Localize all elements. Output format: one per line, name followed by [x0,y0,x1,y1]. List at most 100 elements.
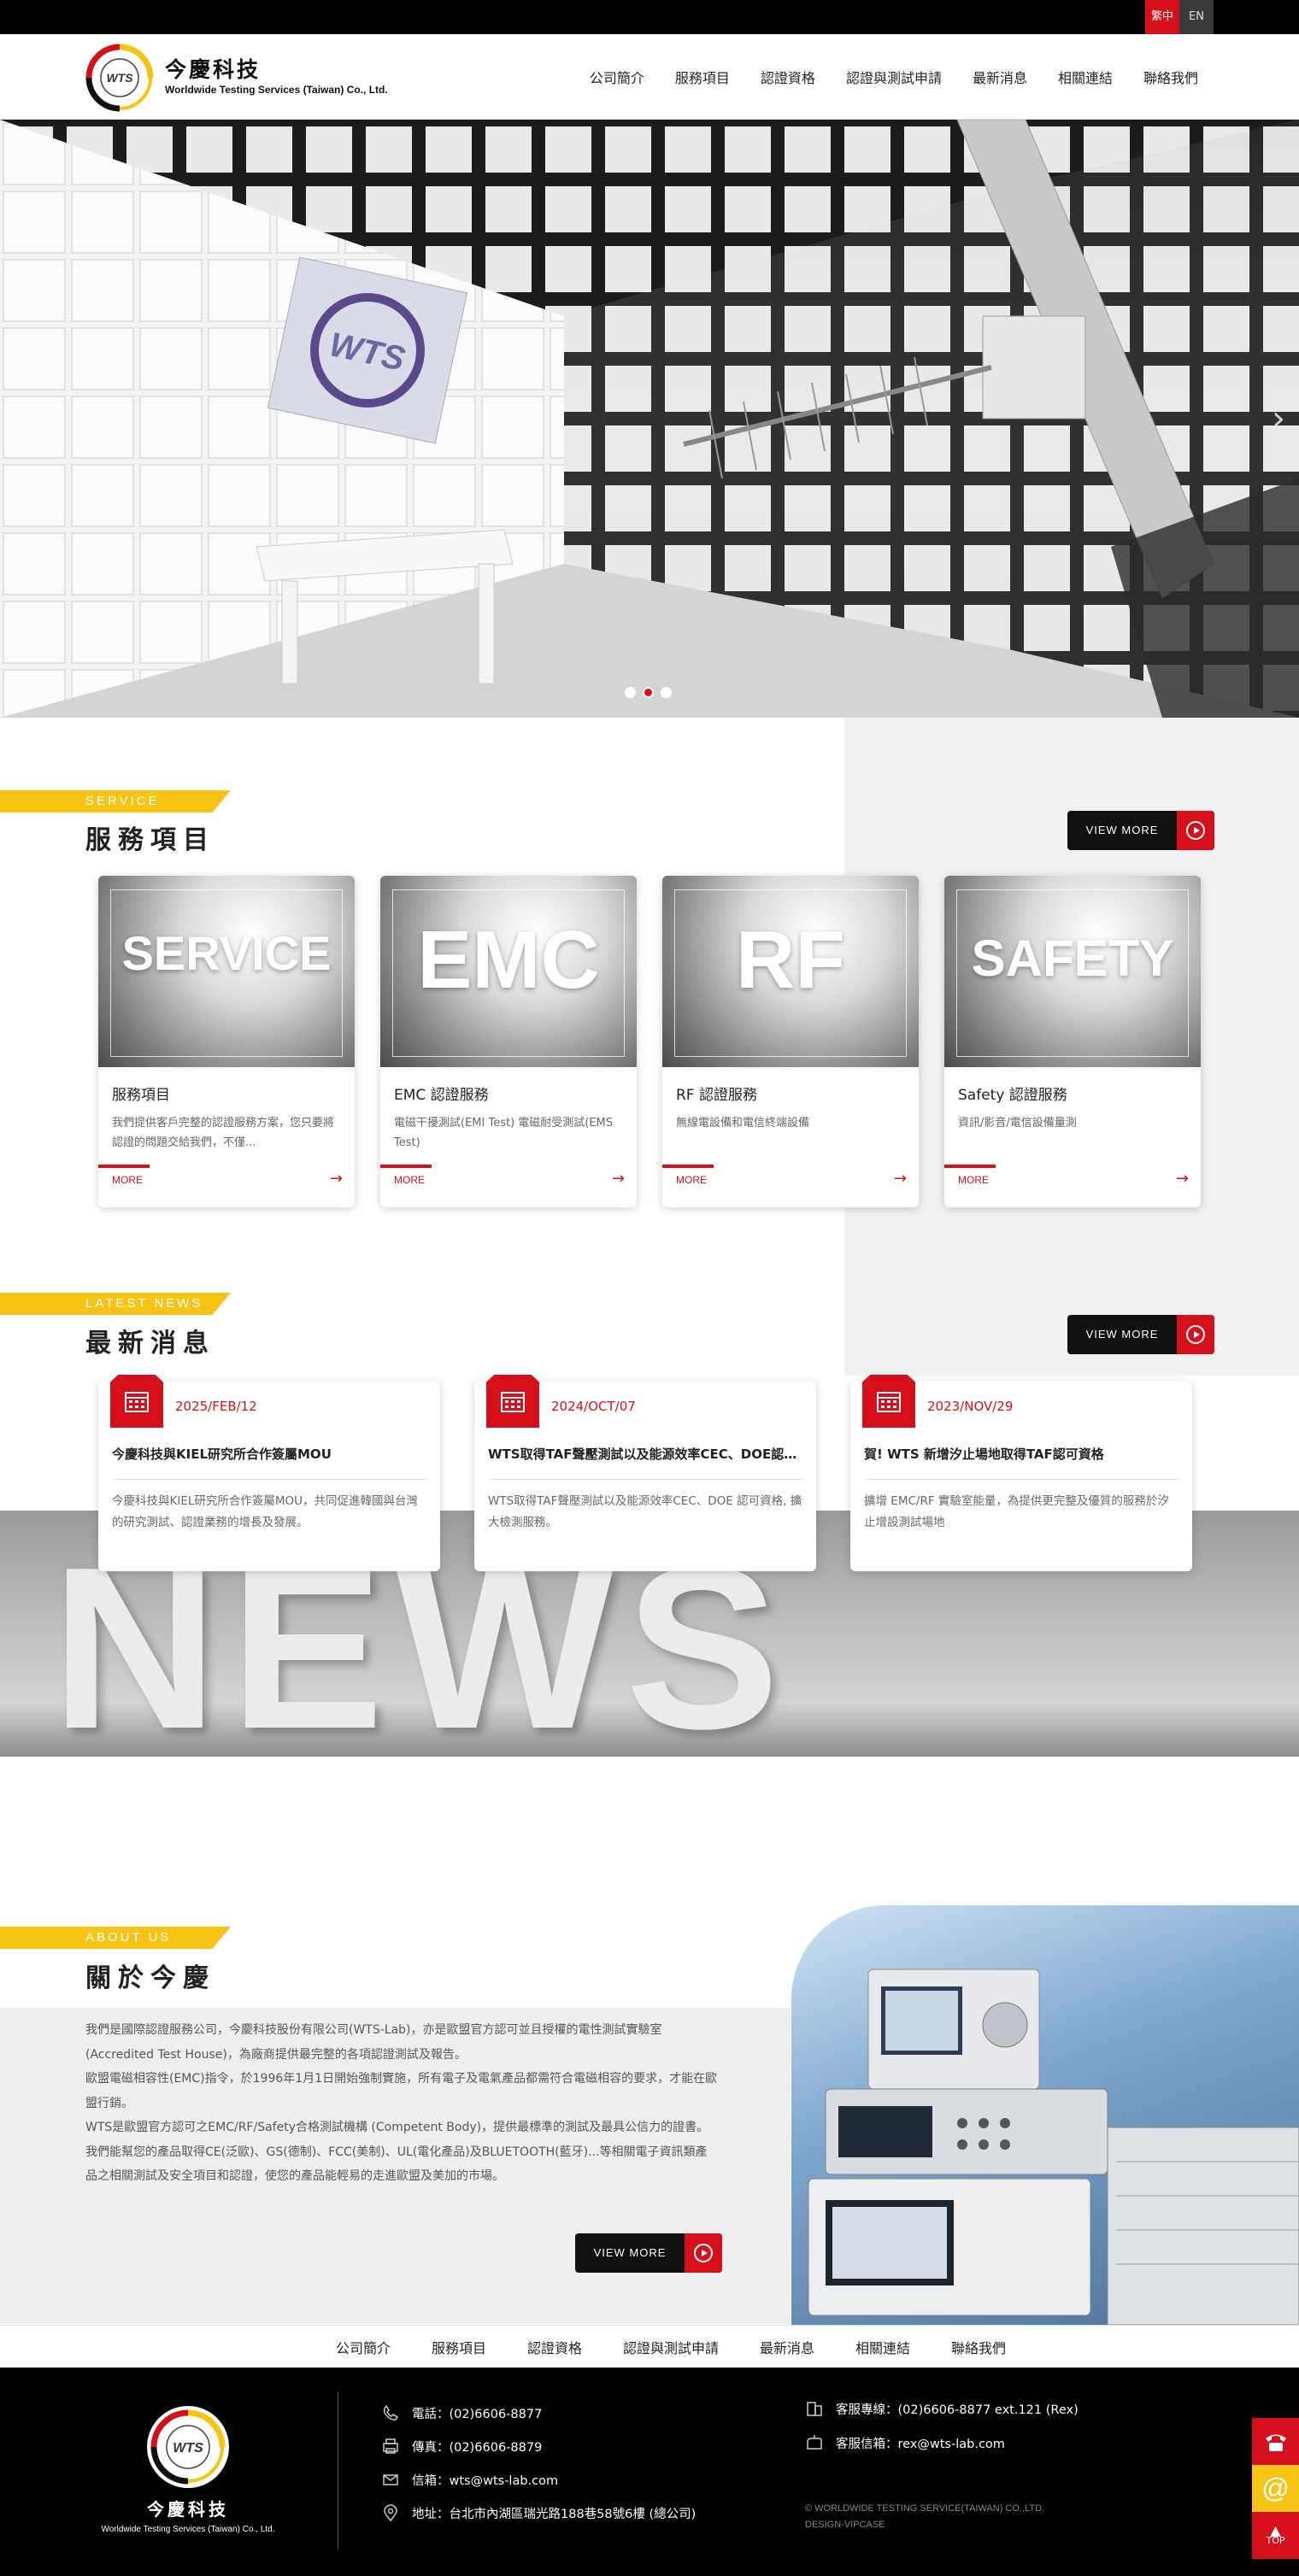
lang-en-button[interactable]: EN [1179,0,1214,34]
design-credit[interactable]: DESIGN-VIPCASE [805,2517,1044,2533]
site-header: WTS 今慶科技 Worldwide Testing Services (Tai… [0,34,1299,120]
location-pin-icon [384,2504,397,2522]
news-title: 最新消息 [85,1329,215,1358]
brand-name-cn[interactable]: 今慶科技 [165,53,261,84]
service-card-more-link[interactable]: MORE [958,1174,989,1186]
play-circle-icon [685,2233,722,2273]
play-circle-icon [1177,1315,1214,1354]
wts-logo-icon[interactable]: WTS [85,44,154,112]
nav-services[interactable]: 服務項目 [675,67,730,87]
nav-qualifications[interactable]: 認證資格 [761,67,815,87]
side-phone-button[interactable] [1252,2418,1299,2465]
service-card-more-link[interactable]: MORE [676,1174,707,1186]
about-paragraph: 歐盟電磁相容性(EMC)指令，於1996年1月1日開始強制實施，所有電子及電氣產… [85,2072,718,2110]
footer-nav-qualifications[interactable]: 認證資格 [527,2337,582,2357]
service-view-more-label: VIEW MORE [1085,824,1159,836]
hero-pagination [625,687,672,698]
service-card-title: RF 認證服務 [676,1087,757,1104]
arrow-right-icon[interactable]: → [894,1170,907,1188]
logo-text: WTS [106,71,133,85]
mail-icon [383,2474,398,2485]
service-title: 服務項目 [85,825,215,855]
news-date: 2023/NOV/29 [927,1399,1014,1414]
service-card-title: 服務項目 [112,1087,170,1104]
service-card-image: RF [662,876,919,1067]
footer-brand-cn: 今慶科技 [147,2499,229,2520]
nav-contact[interactable]: 聯絡我們 [1143,67,1198,87]
fax-icon [383,2438,398,2454]
nav-links[interactable]: 相關連結 [1058,67,1113,87]
footer-email-text[interactable]: 信箱：wts@wts-lab.com [412,2471,558,2489]
news-card[interactable]: 2025/FEB/12 今慶科技與KIEL研究所合作簽屬MOU 今慶科技與KIE… [98,1375,440,1571]
nav-news[interactable]: 最新消息 [973,67,1027,87]
news-item-desc: WTS取得TAF聲壓測試以及能源效率CEC、DOE 認可資格, 擴大檢測服務。 [488,1494,802,1529]
site-footer: WTS 今慶科技 Worldwide Testing Services (Tai… [0,2368,1299,2576]
news-item-title[interactable]: 今慶科技與KIEL研究所合作簽屬MOU [112,1445,428,1463]
copyright-text: © WORLDWIDE TESTING SERVICE(TAIWAN) CO.,… [805,2503,1045,2514]
footer-brand-en: Worldwide Testing Services (Taiwan) Co.,… [101,2525,275,2534]
footer-service-line-text[interactable]: 客服專線：(02)6606-8877 ext.121 (Rex) [836,2400,1079,2418]
footer-nav-services[interactable]: 服務項目 [432,2337,486,2357]
footer-nav-contact[interactable]: 聯絡我們 [951,2337,1006,2357]
lang-zh-button[interactable]: 繁中 [1145,0,1179,34]
brand-name-en: Worldwide Testing Services (Taiwan) Co.,… [165,84,388,96]
service-view-more-button[interactable]: VIEW MORE [1067,811,1214,850]
footer-phone-text[interactable]: 電話：(02)6606-8877 [412,2404,542,2422]
top-bar: 繁中 EN [0,0,1299,34]
service-card-more-link[interactable]: MORE [112,1174,143,1186]
footer-nav-apply[interactable]: 認證與測試申請 [623,2337,719,2357]
arrow-right-icon[interactable]: → [330,1170,343,1188]
news-card[interactable]: 2023/NOV/29 賀! WTS 新增汐止場地取得TAF認可資格 擴增 EM… [850,1375,1192,1571]
calendar-icon [486,1375,539,1428]
about-view-more-label: VIEW MORE [593,2246,667,2259]
service-card[interactable]: SERVICE 服務項目 我們提供客戶完整的認證服務方案，您只要將認證的問題交給… [98,876,355,1207]
about-paragraph: WTS是歐盟官方認可之EMC/RF/Safety合格測試機構 (Competen… [85,2121,709,2183]
at-sign-icon: @ [1261,2473,1290,2503]
news-item-title[interactable]: 賀! WTS 新增汐止場地取得TAF認可資格 [864,1445,1180,1463]
hero-dot-2[interactable] [643,687,654,698]
nav-about[interactable]: 公司簡介 [590,67,644,87]
service-card[interactable]: SAFETY Safety 認證服務 資訊/影音/電信設備量測 MORE → [944,876,1201,1207]
footer-nav-links[interactable]: 相關連結 [855,2337,910,2357]
service-card-desc: 無線電設備和電信終端設備 [676,1117,810,1130]
footer-service-mail-text[interactable]: 客服信箱：rex@wts-lab.com [836,2434,1005,2452]
news-view-more-label: VIEW MORE [1085,1328,1159,1341]
news-item-title[interactable]: WTS取得TAF聲壓測試以及能源效率CEC、DOE認可資格 [488,1445,804,1463]
news-tag: LATEST NEWS [0,1293,231,1315]
arrow-right-icon[interactable]: → [612,1170,625,1188]
service-card-word: SAFETY [971,930,1174,987]
about-paragraph: 我們是國際認證服務公司，今慶科技股份有限公司(WTS-Lab)，亦是歐盟官方認可… [85,2023,662,2062]
footer-fax-text: 傳真：(02)6606-8879 [412,2440,543,2455]
hero-prev-arrow-icon[interactable]: ‹ [3,402,38,436]
hero-dot-3[interactable] [661,687,672,698]
nav-apply[interactable]: 認證與測試申請 [846,67,942,87]
hero-dot-1[interactable] [625,687,636,698]
footer-service-line: 客服專線：(02)6606-8877 ext.121 (Rex) [805,2399,1079,2418]
hero-next-arrow-icon[interactable]: › [1261,402,1296,436]
service-card-desc: 我們提供客戶完整的認證服務方案，您只要將認證的問題交給我們，不僅... [112,1117,335,1149]
footer-phone: 電話：(02)6606-8877 [381,2403,542,2422]
service-card[interactable]: EMC EMC 認證服務 電磁干擾測試(EMI Test) 電磁耐受測試(EMS… [380,876,637,1207]
service-card-image: SAFETY [944,876,1201,1067]
news-item-desc: 擴增 EMC/RF 實驗室能量，為提供更完整及優質的服務於汐止增設測試場地 [864,1494,1169,1529]
news-card[interactable]: 2024/OCT/07 WTS取得TAF聲壓測試以及能源效率CEC、DOE認可資… [474,1375,816,1571]
side-email-button[interactable]: @ [1252,2465,1299,2512]
footer-nav-news[interactable]: 最新消息 [760,2337,814,2357]
service-card-word: SERVICE [121,926,332,980]
back-to-top-button[interactable]: ▲ TOP [1252,2512,1299,2559]
arrow-up-icon: ▲ [1270,2521,1281,2538]
about-view-more-button[interactable]: VIEW MORE [575,2233,722,2273]
hero-slider: WTS ‹ › [0,120,1299,718]
arrow-right-icon[interactable]: → [1176,1170,1189,1188]
service-card-image: SERVICE [98,876,355,1067]
service-card-word: RF [736,914,845,1006]
test-equipment-image [791,1905,1299,2325]
news-view-more-button[interactable]: VIEW MORE [1067,1315,1214,1354]
phone-icon [384,2404,399,2421]
service-card[interactable]: RF RF 認證服務 無線電設備和電信終端設備 MORE → [662,876,919,1207]
service-card-more-link[interactable]: MORE [394,1174,425,1186]
news-date: 2025/FEB/12 [175,1399,257,1414]
calendar-icon [110,1375,163,1428]
footer-nav-about[interactable]: 公司簡介 [336,2337,391,2357]
telephone-icon [1265,2434,1286,2451]
